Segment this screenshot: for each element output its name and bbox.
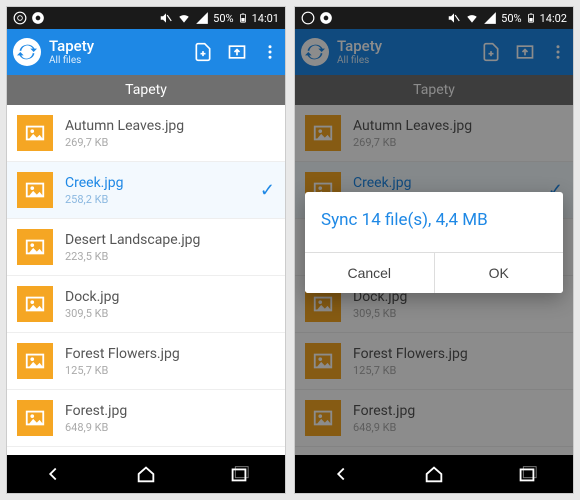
overflow-menu-icon[interactable]: [261, 43, 279, 61]
clock-label: 14:02: [540, 12, 567, 25]
section-header: Tapety: [7, 75, 285, 105]
app-bar: Tapety All files: [7, 29, 285, 75]
recent-button[interactable]: [516, 463, 538, 485]
battery-label: 50%: [213, 12, 233, 25]
nav-bar: [7, 455, 285, 493]
file-size: 125,7 KB: [65, 364, 275, 377]
list-item[interactable]: Forest.jpg 648,9 KB: [7, 390, 285, 447]
list-item[interactable]: Creek.jpg 258,2 KB ✓: [7, 162, 285, 219]
ok-button[interactable]: OK: [434, 253, 564, 293]
image-file-icon: [17, 115, 53, 151]
image-file-icon: [17, 286, 53, 322]
app-logo-icon[interactable]: [13, 38, 41, 66]
file-size: 258,2 KB: [65, 193, 254, 206]
app-notif-icon: [31, 11, 45, 25]
dialog-scrim[interactable]: Sync 14 file(s), 4,4 MB Cancel OK: [295, 29, 573, 455]
status-bar: 50% 14:02: [295, 7, 573, 29]
battery-icon: [526, 11, 536, 25]
image-file-icon: [17, 229, 53, 265]
list-item[interactable]: Autumn Leaves.jpg 269,7 KB: [7, 105, 285, 162]
dialog-title: Sync 14 file(s), 4,4 MB: [305, 192, 563, 252]
signal-icon: [195, 11, 209, 25]
status-bar: 50% 14:01: [7, 7, 285, 29]
home-button[interactable]: [135, 463, 157, 485]
check-icon: ✓: [260, 180, 275, 201]
battery-icon: [238, 11, 248, 25]
file-name: Forest Flowers.jpg: [65, 346, 275, 362]
nav-bar: [295, 455, 573, 493]
app-notif-icon: [319, 11, 333, 25]
file-size: 648,9 KB: [65, 421, 275, 434]
file-list: Autumn Leaves.jpg 269,7 KB Creek.jpg 258,2 …: [7, 105, 285, 455]
image-file-icon: [17, 172, 53, 208]
sync-notif-icon: [301, 11, 315, 25]
clock-label: 14:01: [252, 12, 279, 25]
file-size: 223,5 KB: [65, 250, 275, 263]
new-file-icon[interactable]: [193, 42, 213, 62]
back-button[interactable]: [42, 463, 64, 485]
appbar-subtitle: All files: [49, 55, 193, 66]
list-item[interactable]: Frangipani Flowers.jpg108,8 KB: [7, 447, 285, 455]
wifi-icon: [177, 11, 191, 25]
home-button[interactable]: [423, 463, 445, 485]
file-size: 269,7 KB: [65, 136, 275, 149]
sync-confirm-dialog: Sync 14 file(s), 4,4 MB Cancel OK: [305, 192, 563, 293]
phone-screen-left: 50% 14:01 Tapety All files Tapety Autumn…: [6, 6, 286, 494]
file-name: Desert Landscape.jpg: [65, 232, 275, 248]
phone-screen-right: 50% 14:02 Tapety All files Tapety Autumn…: [294, 6, 574, 494]
sync-notif-icon: [13, 11, 27, 25]
silent-icon: [447, 11, 461, 25]
upload-icon[interactable]: [227, 42, 247, 62]
back-button[interactable]: [330, 463, 352, 485]
file-name: Autumn Leaves.jpg: [65, 118, 275, 134]
image-file-icon: [17, 343, 53, 379]
file-size: 309,5 KB: [65, 307, 275, 320]
list-item[interactable]: Forest Flowers.jpg 125,7 KB: [7, 333, 285, 390]
recent-button[interactable]: [228, 463, 250, 485]
signal-icon: [483, 11, 497, 25]
cancel-button[interactable]: Cancel: [305, 253, 434, 293]
battery-label: 50%: [501, 12, 521, 25]
appbar-title: Tapety: [49, 38, 193, 55]
wifi-icon: [465, 11, 479, 25]
file-name: Dock.jpg: [65, 289, 275, 305]
silent-icon: [159, 11, 173, 25]
list-item[interactable]: Desert Landscape.jpg 223,5 KB: [7, 219, 285, 276]
image-file-icon: [17, 400, 53, 436]
list-item[interactable]: Dock.jpg 309,5 KB: [7, 276, 285, 333]
file-name: Creek.jpg: [65, 175, 254, 191]
file-name: Forest.jpg: [65, 403, 275, 419]
